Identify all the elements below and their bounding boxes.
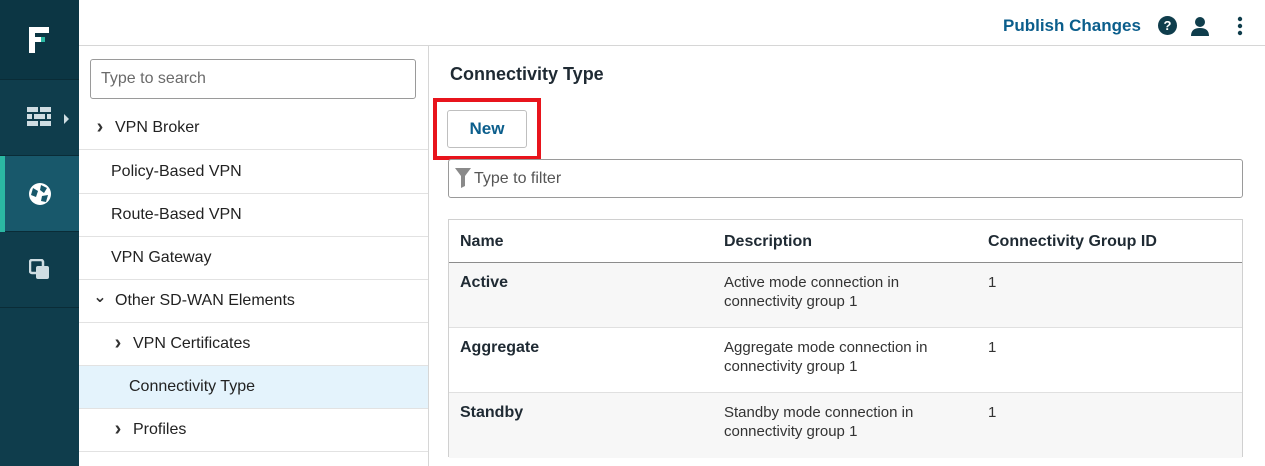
cell-group-id: 1 (988, 274, 997, 291)
tree-item-label: VPN Certificates (133, 335, 251, 352)
tree-item-label: Profiles (133, 421, 187, 438)
tree-search-input[interactable] (90, 59, 416, 99)
app-rail (0, 0, 79, 466)
tree-item-policy-based-vpn[interactable]: Policy-Based VPN (79, 151, 428, 194)
tree-item-label: Other SD-WAN Elements (115, 292, 295, 309)
firewall-icon (26, 106, 51, 126)
column-header-name[interactable]: Name (460, 233, 504, 251)
column-header-group-id[interactable]: Connectivity Group ID (988, 233, 1157, 251)
connectivity-table: Name Description Connectivity Group ID A… (448, 219, 1243, 458)
kebab-menu-icon[interactable] (1236, 16, 1244, 36)
forcepoint-logo-icon (28, 26, 49, 53)
tree-item-label: Connectivity Type (129, 378, 255, 395)
table-header: Name Description Connectivity Group ID (449, 220, 1242, 263)
tree-item-label: Policy-Based VPN (111, 163, 242, 180)
chevron-right-icon (93, 120, 107, 136)
globe-network-icon (28, 182, 51, 205)
tree-item-route-based-vpn[interactable]: Route-Based VPN (79, 194, 428, 237)
tree-item-label: VPN Broker (115, 119, 200, 136)
cell-description: Standby mode connection in connectivity … (724, 404, 914, 440)
tree-item-vpn-gateway[interactable]: VPN Gateway (79, 237, 428, 280)
nav-firewall[interactable] (0, 80, 79, 156)
column-header-description[interactable]: Description (724, 233, 812, 251)
cell-description: Active mode connection in connectivity g… (724, 274, 900, 310)
expand-caret-icon (64, 114, 69, 124)
chevron-right-icon (111, 422, 125, 438)
cell-description: Aggregate mode connection in connectivit… (724, 339, 928, 375)
funnel-icon (455, 168, 471, 188)
filter-field[interactable] (448, 159, 1243, 198)
chevron-right-icon (111, 336, 125, 352)
page-title: Connectivity Type (450, 64, 604, 84)
copy-windows-icon (28, 258, 49, 279)
table-row[interactable]: Standby Standby mode connection in conne… (449, 393, 1242, 458)
help-icon[interactable]: ? (1158, 16, 1177, 35)
nav-multi-window[interactable] (0, 232, 79, 308)
filter-input[interactable] (474, 160, 1234, 197)
tree-item-connectivity-type[interactable]: Connectivity Type (79, 366, 428, 409)
tree-panel: VPN Broker Policy-Based VPN Route-Based … (79, 46, 429, 466)
cell-group-id: 1 (988, 404, 997, 421)
tree-item-label: VPN Gateway (111, 249, 212, 266)
tree-item-vpn-certificates[interactable]: VPN Certificates (79, 323, 428, 366)
table-row[interactable]: Active Active mode connection in connect… (449, 263, 1242, 328)
user-icon[interactable] (1190, 16, 1210, 36)
publish-changes-link[interactable]: Publish Changes (1003, 16, 1141, 36)
chevron-down-icon (93, 293, 107, 309)
cell-name: Active (460, 274, 509, 291)
cell-name: Aggregate (460, 339, 540, 356)
nav-sdwan[interactable] (0, 156, 79, 232)
cell-group-id: 1 (988, 339, 997, 356)
new-button[interactable]: New (447, 110, 527, 148)
cell-name: Standby (460, 404, 524, 421)
main-content: Connectivity Type New Name Description C… (430, 46, 1265, 466)
tree-item-label: Route-Based VPN (111, 206, 242, 223)
table-row[interactable]: Aggregate Aggregate mode connection in c… (449, 328, 1242, 393)
tree-item-vpn-broker[interactable]: VPN Broker (79, 107, 428, 150)
tree-item-other-sdwan-elements[interactable]: Other SD-WAN Elements (79, 280, 428, 323)
top-bar: Publish Changes ? (79, 0, 1265, 46)
app-logo[interactable] (0, 0, 79, 80)
tree-item-profiles[interactable]: Profiles (79, 409, 428, 452)
